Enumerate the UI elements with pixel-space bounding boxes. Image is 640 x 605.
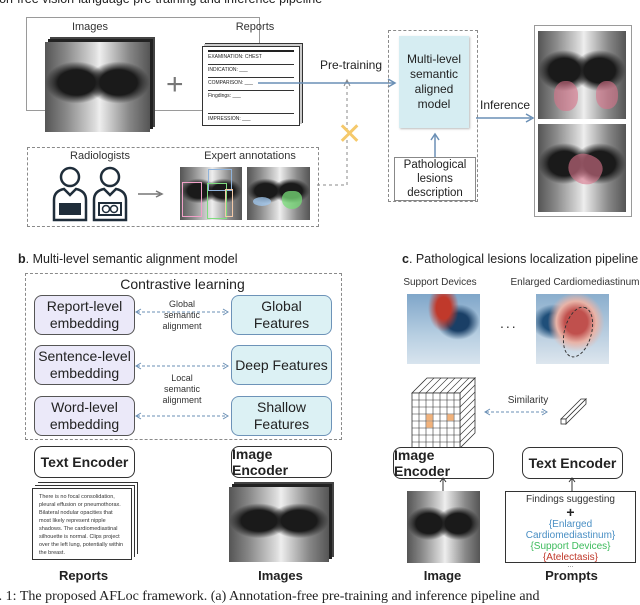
image-encoder-c-label: Image Encoder: [394, 447, 451, 479]
deep-features: Deep Features: [231, 345, 332, 385]
image-encoder-c: Image Encoder: [393, 447, 494, 479]
multi-level-model-box: Multi-level semantic aligned model: [399, 36, 469, 128]
expert-annotations-label: Expert annotations: [204, 150, 296, 162]
images-label: Images: [71, 21, 109, 33]
no-annotation-cross-icon: ✕: [337, 118, 363, 151]
prompts-box: Findings suggesting + {Enlarged Cardiome…: [505, 491, 636, 569]
panel-a-title: a. Annotation-free vision-language pre-t…: [0, 0, 322, 6]
lesions-description-box: Pathological lesions description: [394, 157, 476, 201]
report-field: IMPRESSION: ___: [208, 113, 294, 126]
word-level-embedding: Word-level embedding: [34, 396, 135, 436]
nurse-icon: [92, 166, 128, 222]
plus-icon: +: [166, 68, 184, 101]
ellipsis: ...: [500, 315, 518, 331]
report-text-stack: There is no focal consolidation, pleural…: [32, 488, 132, 560]
enlarged-cardio-heatmap: [536, 294, 609, 364]
panel-b-title: b. Multi-level semantic alignment model: [18, 252, 238, 266]
prompt-support-devices: {Support Devices}: [530, 541, 611, 552]
doctor-icon: [52, 166, 88, 222]
report-field: Fingdings: ___: [208, 90, 294, 113]
inference-label: Inference: [480, 98, 531, 112]
training-xray-stack: [229, 487, 329, 562]
word-level-label: Word-level embedding: [49, 399, 120, 432]
global-features-label: Global Features: [253, 298, 310, 331]
prompt-plus: +: [566, 504, 575, 520]
global-features: Global Features: [231, 295, 332, 335]
text-encoder-c-label: Text Encoder: [528, 455, 617, 471]
prompts-up-arrow: [568, 477, 576, 491]
shallow-features: Shallow Features: [231, 396, 332, 436]
annotated-xray-boxes: [180, 167, 242, 220]
input-xray: [407, 491, 480, 563]
lesions-up-arrow: [430, 132, 440, 159]
global-alignment-label: Global semantic alignment: [162, 299, 202, 331]
annotated-xray-masks: [247, 167, 310, 220]
image-encoder-b: Image Encoder: [231, 446, 332, 478]
prompt-enlarged-cardiomediastinum: {Enlarged Cardiomediastinum}: [525, 519, 616, 541]
pretraining-label: Pre-training: [320, 58, 383, 72]
images-caption: Images: [258, 568, 303, 583]
deep-features-label: Deep Features: [235, 356, 328, 373]
text-encoder-c: Text Encoder: [522, 447, 623, 479]
lesions-description-label: Pathological lesions description: [403, 159, 467, 199]
prompts-caption: Prompts: [545, 568, 598, 583]
shallow-features-label: Shallow Features: [253, 399, 310, 432]
reports-label: Reports: [235, 21, 275, 33]
similarity-label: Similarity: [507, 395, 549, 406]
model-label: Multi-level semantic aligned model: [406, 52, 461, 111]
support-devices-label: Support Devices: [403, 277, 477, 288]
report-field: EXAMINATION: CHEST: [208, 50, 294, 64]
sentence-level-embedding: Sentence-level embedding: [34, 345, 135, 385]
report-text: There is no focal consolidation, pleural…: [39, 494, 124, 556]
image-caption: Image: [423, 568, 462, 583]
image-up-arrow: [439, 477, 447, 491]
reports-caption: Reports: [58, 568, 109, 583]
inference-xray-bottom: [538, 124, 626, 212]
text-embedding-bar-icon: [560, 398, 587, 425]
feature-cube-icon: [411, 377, 476, 449]
text-encoder-label: Text Encoder: [40, 454, 129, 470]
figure-caption: Fig. 1: The proposed AFLoc framework. (a…: [0, 589, 540, 604]
report-field: INDICATION: ___: [208, 64, 294, 77]
inference-xray-top: [538, 31, 626, 119]
sentence-level-label: Sentence-level embedding: [38, 348, 131, 381]
xray-image-stack: [45, 42, 150, 132]
similarity-arrow: [484, 408, 548, 416]
pretraining-arrow: [258, 78, 397, 88]
inference-arrow: [476, 113, 535, 123]
text-encoder-b: Text Encoder: [34, 446, 135, 478]
arrow-icon: [138, 190, 164, 198]
support-devices-heatmap: [407, 294, 480, 364]
report-level-embedding: Report-level embedding: [34, 295, 135, 335]
panel-c-title: c. Pathological lesions localization pip…: [402, 252, 639, 266]
image-encoder-label: Image Encoder: [232, 446, 289, 478]
enlarged-cardiomediastinum-label: Enlarged Cardiomediastinum: [510, 277, 640, 288]
report-level-label: Report-level embedding: [46, 298, 123, 331]
local-alignment-label: Local semantic alignment: [162, 373, 202, 405]
radiologists-label: Radiologists: [70, 150, 130, 162]
contrastive-learning-label: Contrastive learning: [120, 276, 245, 292]
